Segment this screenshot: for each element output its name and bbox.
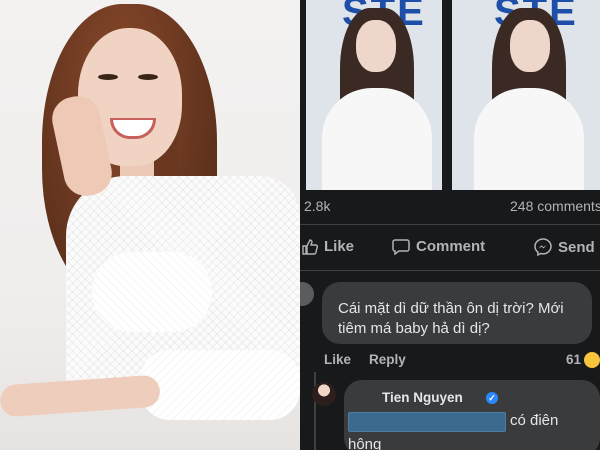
photo-arm [0,374,161,418]
haha-reaction-icon [584,352,600,368]
comment-text: Cái mặt dì dữ thần ôn dị trời? Mới [338,300,564,317]
frame-divider [442,0,452,190]
video-person-body [474,88,584,190]
comment-icon [392,238,410,255]
comment-bubble: Cái mặt dì dữ thần ôn dị trời? Mới tiêm … [322,282,592,344]
video-frame-right[interactable]: STE [452,0,600,190]
photo-sleeve-lower [140,350,300,420]
comments-count[interactable]: 248 comments [510,198,600,214]
avatar[interactable] [300,282,314,306]
photo-eye-right [138,74,158,80]
thumbs-up-icon [302,238,318,255]
divider [300,224,600,225]
messenger-icon [534,238,552,256]
reply-text: hông [348,436,382,450]
facebook-post-screenshot: STE STE 2.8k 248 comments Like Comment [300,0,600,450]
reply-bubble: Tien Nguyen ✓ có điên hông [344,380,600,450]
video-person-face [510,20,550,72]
send-button-label: Send [558,238,595,256]
send-button[interactable]: Send [534,238,595,256]
video-frame-left[interactable]: STE [306,0,442,190]
like-button-label: Like [324,238,355,255]
likes-count[interactable]: 2.8k [304,198,330,214]
video-person-face [356,20,396,72]
comment-text: tiêm má baby hả dì dị? [338,320,490,337]
post-action-bar: Like Comment Send [300,232,600,266]
reply-author-name[interactable]: Tien Nguyen [382,390,463,405]
divider [300,270,600,271]
blurred-mention[interactable] [348,412,506,432]
photo-sleeve [92,252,212,332]
video-person-body [322,88,432,190]
like-button[interactable]: Like [302,238,354,255]
post-stats: 2.8k 248 comments [300,196,600,218]
comment-actions: Like Reply 61 [300,352,600,372]
comment-button[interactable]: Comment [392,238,485,255]
avatar[interactable] [312,382,336,406]
photo-eye-left [98,74,118,80]
comment-reply-link[interactable]: Reply [369,352,406,367]
comment-like-link[interactable]: Like [324,352,351,367]
verified-badge-icon: ✓ [486,392,498,404]
reply-text: có điên [510,412,559,429]
comment-button-label: Comment [416,238,486,255]
reaction-count[interactable]: 61 [566,352,581,367]
portrait-photo [0,0,300,450]
